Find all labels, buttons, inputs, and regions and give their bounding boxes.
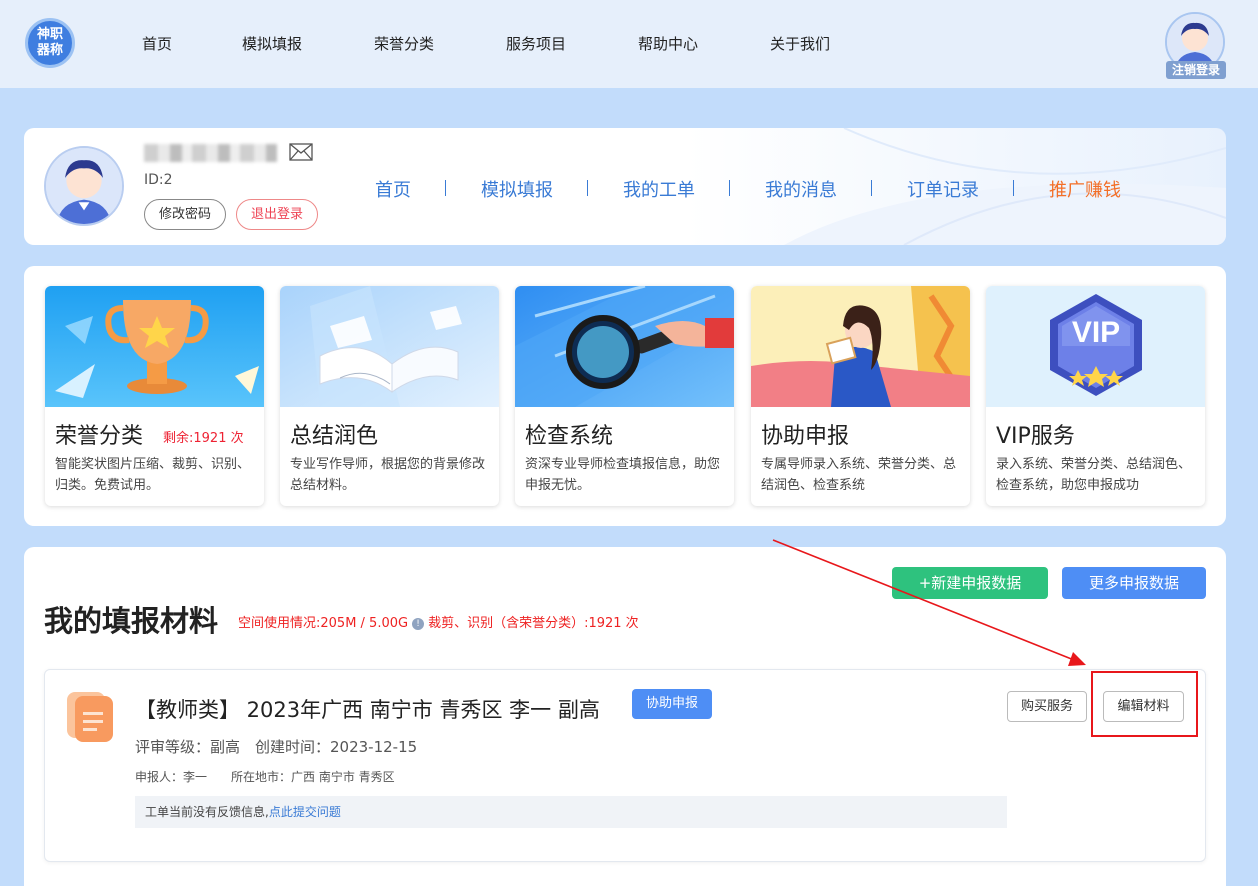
service-title: VIP服务 xyxy=(996,424,1075,449)
nav-divider xyxy=(871,180,872,196)
nav-divider xyxy=(587,180,588,196)
record-applicant-info: 申报人：李一 所在地市：广西 南宁市 青秀区 xyxy=(135,770,395,784)
ops-usage: 裁剪、识别（含荣誉分类）:1921 次 xyxy=(428,616,639,631)
service-image: VIP xyxy=(986,286,1205,407)
reading-person-icon xyxy=(751,286,970,407)
buy-service-button[interactable]: 购买服务 xyxy=(1007,691,1087,722)
service-image xyxy=(515,286,734,407)
vip-badge-text: VIP xyxy=(1071,316,1121,349)
service-description: 录入系统、荣誉分类、总结润色、检查系统，助您申报成功 xyxy=(996,457,1192,493)
top-navigation-bar: 神职 器称 首页 模拟填报 荣誉分类 服务项目 帮助中心 关于我们 注销登录 xyxy=(0,0,1258,88)
submit-issue-link[interactable]: 点此提交问题 xyxy=(269,805,341,819)
new-application-button[interactable]: +新建申报数据 xyxy=(892,567,1048,599)
service-image xyxy=(45,286,264,407)
nav-services[interactable]: 服务项目 xyxy=(506,33,566,54)
nav-honor-category[interactable]: 荣誉分类 xyxy=(374,33,434,54)
nav-divider xyxy=(445,180,446,196)
service-title: 检查系统 xyxy=(525,424,614,449)
logo-text-line2: 器称 xyxy=(36,43,63,58)
nav-simulate-fill[interactable]: 模拟填报 xyxy=(242,33,302,54)
logout-badge[interactable]: 注销登录 xyxy=(1166,61,1226,79)
service-card-check-system[interactable]: 检查系统 资深专业导师检查填报信息，助您申报无忧。 xyxy=(515,286,734,506)
logo-text-line1: 神职 xyxy=(36,27,63,42)
material-record-card: 【教师类】 2023年广西 南宁市 青秀区 李一 副高 协助申报 评审等级：副高… xyxy=(44,669,1206,862)
open-book-icon xyxy=(280,286,499,407)
service-title: 总结润色 xyxy=(290,424,379,449)
service-description: 资深专业导师检查填报信息，助您申报无忧。 xyxy=(525,457,721,493)
document-icon xyxy=(67,692,113,742)
nav-divider xyxy=(1013,180,1014,196)
service-description: 专业写作导师，根据您的背景修改总结材料。 xyxy=(290,457,486,493)
mail-icon[interactable] xyxy=(289,143,313,161)
profile-avatar[interactable] xyxy=(44,146,124,226)
user-menu[interactable]: 注销登录 xyxy=(1165,12,1227,79)
edit-material-button[interactable]: 编辑材料 xyxy=(1103,691,1184,722)
service-card-honor-category[interactable]: 荣誉分类 剩余:1921 次 智能奖状图片压缩、裁剪、识别、归类。免费试用。 xyxy=(45,286,264,506)
record-title[interactable]: 【教师类】 2023年广西 南宁市 青秀区 李一 副高 xyxy=(135,694,600,724)
user-id: ID:2 xyxy=(144,172,173,188)
change-password-button[interactable]: 修改密码 xyxy=(144,199,226,230)
more-applications-button[interactable]: 更多申报数据 xyxy=(1062,567,1206,599)
feedback-box: 工单当前没有反馈信息,点此提交问题 xyxy=(135,796,1007,828)
services-panel: 荣誉分类 剩余:1921 次 智能奖状图片压缩、裁剪、识别、归类。免费试用。 总… xyxy=(24,266,1226,526)
nav-help-center[interactable]: 帮助中心 xyxy=(638,33,698,54)
service-description: 专属导师录入系统、荣誉分类、总结润色、检查系统 xyxy=(761,457,957,493)
my-materials-panel: +新建申报数据 更多申报数据 我的填报材料 空间使用情况:205M / 5.00… xyxy=(24,547,1226,886)
site-logo[interactable]: 神职 器称 xyxy=(25,18,75,68)
profile-nav-my-messages[interactable]: 我的消息 xyxy=(765,176,837,202)
username-redacted xyxy=(144,144,277,162)
nav-divider xyxy=(729,180,730,196)
service-description: 智能奖状图片压缩、裁剪、识别、归类。免费试用。 xyxy=(55,457,251,493)
profile-nav-promote-earn[interactable]: 推广赚钱 xyxy=(1049,176,1121,202)
status-badge: 协助申报 xyxy=(632,689,712,719)
service-card-assist-apply[interactable]: 协助申报 专属导师录入系统、荣誉分类、总结润色、检查系统 xyxy=(751,286,970,506)
nav-about-us[interactable]: 关于我们 xyxy=(770,33,830,54)
info-icon[interactable]: ! xyxy=(412,617,425,630)
profile-nav-home[interactable]: 首页 xyxy=(375,176,411,202)
profile-nav-my-tickets[interactable]: 我的工单 xyxy=(623,176,695,202)
section-title: 我的填报材料 xyxy=(44,604,219,638)
service-image xyxy=(751,286,970,407)
service-card-vip[interactable]: VIP VIP服务 录入系统、荣誉分类、总结润色、检查系统，助您申报成功 xyxy=(986,286,1205,506)
magnifier-icon xyxy=(515,286,734,407)
space-usage: 空间使用情况:205M / 5.00G xyxy=(238,616,409,631)
service-title: 荣誉分类 xyxy=(55,424,144,449)
trophy-icon xyxy=(45,286,264,407)
profile-nav-order-records[interactable]: 订单记录 xyxy=(907,176,979,202)
profile-nav-simulate-fill[interactable]: 模拟填报 xyxy=(481,176,553,202)
profile-card: ID:2 修改密码 退出登录 首页 模拟填报 我的工单 我的消息 订单记录 推广… xyxy=(24,128,1226,245)
feedback-text: 工单当前没有反馈信息, xyxy=(145,805,269,819)
remaining-count: 剩余:1921 次 xyxy=(163,431,244,446)
record-meta: 评审等级：副高 创建时间：2023-12-15 xyxy=(135,738,418,756)
user-avatar-icon xyxy=(46,148,122,224)
service-card-summary-polish[interactable]: 总结润色 专业写作导师，根据您的背景修改总结材料。 xyxy=(280,286,499,506)
service-title: 协助申报 xyxy=(761,424,850,449)
service-image xyxy=(280,286,499,407)
nav-home[interactable]: 首页 xyxy=(142,33,172,54)
logout-button[interactable]: 退出登录 xyxy=(236,199,318,230)
usage-info: 空间使用情况:205M / 5.00G! 裁剪、识别（含荣誉分类）:1921 次 xyxy=(238,612,639,631)
